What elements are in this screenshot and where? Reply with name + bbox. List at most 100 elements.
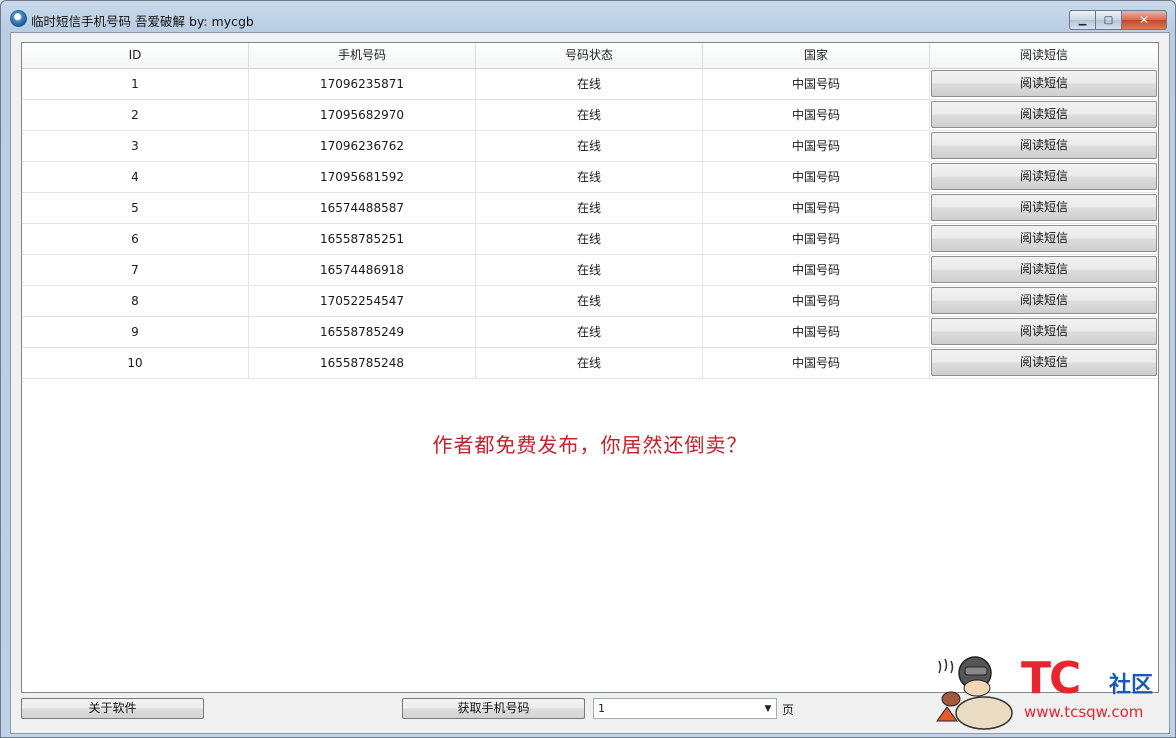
column-header-country[interactable]: 国家 xyxy=(703,43,930,68)
column-header-phone[interactable]: 手机号码 xyxy=(249,43,476,68)
get-phone-number-button[interactable]: 获取手机号码 xyxy=(402,698,585,719)
read-sms-button[interactable]: 阅读短信 xyxy=(931,70,1157,97)
cell-phone: 16558785251 xyxy=(249,224,476,254)
minimize-icon: ▁ xyxy=(1078,14,1087,26)
read-sms-button[interactable]: 阅读短信 xyxy=(931,256,1157,283)
table-row[interactable]: 8 17052254547 在线 中国号码 阅读短信 xyxy=(22,286,1158,317)
cell-action: 阅读短信 xyxy=(930,255,1158,285)
cell-phone: 16574486918 xyxy=(249,255,476,285)
table-row[interactable]: 5 16574488587 在线 中国号码 阅读短信 xyxy=(22,193,1158,224)
table-row[interactable]: 9 16558785249 在线 中国号码 阅读短信 xyxy=(22,317,1158,348)
table-row[interactable]: 6 16558785251 在线 中国号码 阅读短信 xyxy=(22,224,1158,255)
cell-id: 4 xyxy=(22,162,249,192)
table-header: ID 手机号码 号码状态 国家 阅读短信 xyxy=(22,43,1158,69)
maximize-icon: □ xyxy=(1103,14,1114,26)
cell-status: 在线 xyxy=(476,255,703,285)
cell-id: 8 xyxy=(22,286,249,316)
notice-text: 作者都免费发布，你居然还倒卖？ xyxy=(432,433,748,457)
cell-status: 在线 xyxy=(476,317,703,347)
read-sms-button[interactable]: 阅读短信 xyxy=(931,287,1157,314)
cell-country: 中国号码 xyxy=(703,255,930,285)
cell-status: 在线 xyxy=(476,162,703,192)
chevron-down-icon[interactable]: ▼ xyxy=(760,699,776,718)
cell-status: 在线 xyxy=(476,224,703,254)
cell-phone: 17095682970 xyxy=(249,100,476,130)
read-sms-button[interactable]: 阅读短信 xyxy=(931,163,1157,190)
watermark-brand: TC xyxy=(1021,653,1081,704)
cell-action: 阅读短信 xyxy=(930,348,1158,378)
cell-country: 中国号码 xyxy=(703,69,930,99)
phone-number-table: ID 手机号码 号码状态 国家 阅读短信 1 17096235871 在线 中国号码阅… xyxy=(21,42,1159,693)
site-watermark-logo: TC 社区 www.tcsqw.com xyxy=(929,643,1169,735)
cell-phone: 16558785248 xyxy=(249,348,476,378)
cell-country: 中国号码 xyxy=(703,162,930,192)
read-sms-button[interactable]: 阅读短信 xyxy=(931,194,1157,221)
page-select-value: 1 xyxy=(598,702,605,715)
cell-phone: 17095681592 xyxy=(249,162,476,192)
cell-status: 在线 xyxy=(476,69,703,99)
read-sms-button[interactable]: 阅读短信 xyxy=(931,349,1157,376)
cell-id: 9 xyxy=(22,317,249,347)
cell-action: 阅读短信 xyxy=(930,193,1158,223)
close-icon: ✕ xyxy=(1138,13,1150,27)
cell-country: 中国号码 xyxy=(703,317,930,347)
cell-id: 2 xyxy=(22,100,249,130)
cell-phone: 17096236762 xyxy=(249,131,476,161)
cell-country: 中国号码 xyxy=(703,131,930,161)
table-body: 1 17096235871 在线 中国号码 阅读短信 2 17095682970 在线 中国号码… xyxy=(22,69,1158,379)
cell-status: 在线 xyxy=(476,100,703,130)
cell-action: 阅读短信 xyxy=(930,131,1158,161)
cell-action: 阅读短信 xyxy=(930,100,1158,130)
minimize-button[interactable]: ▁ xyxy=(1069,10,1096,30)
read-sms-button[interactable]: 阅读短信 xyxy=(931,225,1157,252)
cell-id: 7 xyxy=(22,255,249,285)
page-select[interactable]: 1 ▼ xyxy=(593,698,777,719)
table-row[interactable]: 7 16574486918 在线 中国号码 阅读短信 xyxy=(22,255,1158,286)
table-row[interactable]: 10 16558785248 在线 中国号码 阅读短信 xyxy=(22,348,1158,379)
cell-action: 阅读短信 xyxy=(930,69,1158,99)
cell-action: 阅读短信 xyxy=(930,317,1158,347)
cell-country: 中国号码 xyxy=(703,224,930,254)
about-software-button[interactable]: 关于软件 xyxy=(21,698,204,719)
window-title: 临时短信手机号码 吾爱破解 by: mycgb xyxy=(31,14,254,29)
column-header-id[interactable]: ID xyxy=(22,43,249,68)
cell-action: 阅读短信 xyxy=(930,286,1158,316)
cell-id: 6 xyxy=(22,224,249,254)
read-sms-button[interactable]: 阅读短信 xyxy=(931,318,1157,345)
read-sms-button[interactable]: 阅读短信 xyxy=(931,132,1157,159)
cell-phone: 16574488587 xyxy=(249,193,476,223)
cell-id: 5 xyxy=(22,193,249,223)
window-controls: ▁ □ ✕ xyxy=(1069,10,1167,30)
maximize-button[interactable]: □ xyxy=(1096,10,1122,30)
cell-country: 中国号码 xyxy=(703,100,930,130)
app-window: 临时短信手机号码 吾爱破解 by: mycgb ▁ □ ✕ ID 手机号码 号码… xyxy=(0,0,1176,738)
column-header-read-sms[interactable]: 阅读短信 xyxy=(930,43,1158,68)
cell-phone: 16558785249 xyxy=(249,317,476,347)
cell-id: 1 xyxy=(22,69,249,99)
mascot-icon xyxy=(936,656,1013,730)
table-row[interactable]: 2 17095682970 在线 中国号码 阅读短信 xyxy=(22,100,1158,131)
client-area: ID 手机号码 号码状态 国家 阅读短信 1 17096235871 在线 中国号码阅… xyxy=(10,32,1170,734)
cell-phone: 17052254547 xyxy=(249,286,476,316)
cell-country: 中国号码 xyxy=(703,193,930,223)
watermark-url: www.tcsqw.com xyxy=(1024,703,1144,721)
table-row[interactable]: 4 17095681592 在线 中国号码 阅读短信 xyxy=(22,162,1158,193)
cell-status: 在线 xyxy=(476,193,703,223)
cell-country: 中国号码 xyxy=(703,348,930,378)
column-header-status[interactable]: 号码状态 xyxy=(476,43,703,68)
watermark-sub: 社区 xyxy=(1109,673,1154,698)
cell-status: 在线 xyxy=(476,131,703,161)
app-icon xyxy=(10,10,27,27)
page-suffix-label: 页 xyxy=(782,703,795,717)
table-row[interactable]: 3 17096236762 在线 中国号码 阅读短信 xyxy=(22,131,1158,162)
cell-country: 中国号码 xyxy=(703,286,930,316)
close-button[interactable]: ✕ xyxy=(1122,10,1167,30)
read-sms-button[interactable]: 阅读短信 xyxy=(931,101,1157,128)
table-row[interactable]: 1 17096235871 在线 中国号码 阅读短信 xyxy=(22,69,1158,100)
cell-id: 3 xyxy=(22,131,249,161)
cell-id: 10 xyxy=(22,348,249,378)
cell-phone: 17096235871 xyxy=(249,69,476,99)
cell-status: 在线 xyxy=(476,348,703,378)
cell-action: 阅读短信 xyxy=(930,162,1158,192)
cell-status: 在线 xyxy=(476,286,703,316)
